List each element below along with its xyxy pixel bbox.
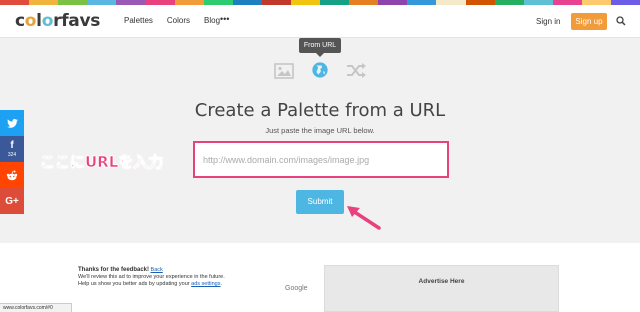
- facebook-share-button[interactable]: f 324: [0, 136, 24, 162]
- nav-blog[interactable]: Blog: [204, 16, 220, 25]
- social-share-bar: f 324 G+: [0, 110, 24, 214]
- ad-feedback-message: Thanks for the feedback! Back We'll revi…: [78, 267, 225, 288]
- url-input-container: [193, 141, 449, 178]
- nav-colors[interactable]: Colors: [167, 16, 190, 25]
- ads-settings-link[interactable]: ads settings: [191, 281, 220, 287]
- colorfavs-logo[interactable]: colorfavs: [15, 11, 100, 31]
- nav-palettes[interactable]: Palettes: [124, 16, 153, 25]
- more-menu-button[interactable]: •••: [220, 14, 229, 24]
- ad-feedback-line2-end: .: [220, 281, 223, 287]
- ad-feedback-line2: Help us show you better ads by updating …: [78, 281, 190, 287]
- advertise-here-box[interactable]: Advertise Here: [324, 265, 559, 312]
- globe-icon[interactable]: [310, 61, 330, 79]
- sign-in-link[interactable]: Sign in: [536, 17, 560, 26]
- search-icon[interactable]: [616, 16, 626, 26]
- main-nav: Palettes Colors Blog: [124, 16, 220, 25]
- submit-button[interactable]: Submit: [296, 190, 344, 214]
- twitter-share-button[interactable]: [0, 110, 24, 136]
- google-ad-label: Google: [285, 285, 308, 292]
- browser-status-bar: www.colorfavs.com/#0: [0, 303, 72, 312]
- page-title: Create a Palette from a URL: [194, 100, 446, 121]
- facebook-icon: f: [10, 140, 14, 151]
- image-url-input[interactable]: [203, 152, 439, 168]
- facebook-share-count: 324: [7, 152, 17, 158]
- url-entry-annotation: ここにURLを入力: [40, 153, 164, 172]
- palette-source-selector: [0, 62, 640, 82]
- from-url-tooltip: From URL: [299, 38, 341, 57]
- image-icon[interactable]: [274, 62, 294, 80]
- ad-back-link[interactable]: Back: [151, 267, 163, 273]
- shuffle-icon[interactable]: [346, 62, 366, 80]
- ad-feedback-title: Thanks for the feedback!: [78, 267, 150, 273]
- gplus-share-button[interactable]: G+: [0, 188, 24, 214]
- sign-up-button[interactable]: Sign up: [571, 13, 607, 30]
- advertise-here-label: Advertise Here: [418, 278, 465, 285]
- twitter-icon: [6, 118, 18, 128]
- ad-feedback-line1: We'll review this ad to improve your exp…: [78, 274, 225, 280]
- pointer-arrow-icon: [347, 206, 381, 230]
- top-nav-bar: colorfavs Palettes Colors Blog ••• Sign …: [0, 5, 640, 38]
- page-subtitle: Just paste the image URL below.: [265, 126, 375, 135]
- gplus-icon: G+: [5, 195, 19, 207]
- reddit-icon: [6, 170, 18, 180]
- reddit-share-button[interactable]: [0, 162, 24, 188]
